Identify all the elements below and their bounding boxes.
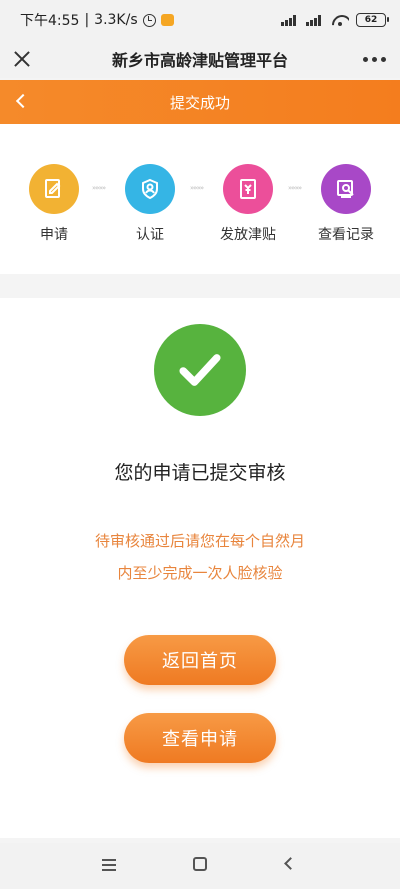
notice-line: 内至少完成一次人脸核验 — [117, 564, 283, 582]
nav-title: 提交成功 — [169, 93, 230, 112]
step-payout: 发放津贴 — [208, 164, 288, 244]
network-speed: 3.3K/s — [94, 12, 138, 28]
step-label: 认证 — [136, 227, 164, 243]
system-back-icon[interactable] — [284, 857, 297, 870]
step-records: 查看记录 — [306, 164, 386, 244]
nav-bar: 提交成功 — [0, 80, 400, 124]
step-arrow-icon: »»»» — [190, 184, 204, 192]
status-bar: 下午4:55 | 3.3K/s 62 — [0, 0, 400, 40]
battery-icon: 62 — [356, 13, 389, 27]
record-search-icon — [321, 164, 371, 214]
close-icon[interactable] — [12, 49, 32, 69]
main-panel: 您的申请已提交审核 待审核通过后请您在每个自然月 内至少完成一次人脸核验 返回首… — [0, 298, 400, 838]
return-home-button[interactable]: 返回首页 — [124, 635, 276, 685]
status-time: 下午4:55 — [20, 13, 80, 29]
menu-icon[interactable] — [102, 859, 116, 871]
wifi-icon — [331, 13, 349, 27]
step-verify: 认证 — [110, 164, 190, 244]
status-right: 62 — [281, 13, 389, 27]
more-icon[interactable] — [363, 57, 386, 62]
alarm-icon — [142, 13, 156, 27]
steps-panel: 申请 »»»» 认证 »»»» 发放津贴 »»»» 查看记录 — [0, 124, 400, 274]
notice-text: 待审核通过后请您在每个自然月 内至少完成一次人脸核验 — [0, 525, 400, 589]
notice-line: 待审核通过后请您在每个自然月 — [94, 532, 305, 550]
step-apply: 申请 — [14, 164, 94, 244]
step-label: 查看记录 — [318, 227, 374, 243]
status-left: 下午4:55 | 3.3K/s — [20, 10, 174, 30]
app-header: 新乡市高龄津贴管理平台 — [0, 40, 400, 78]
money-card-icon — [223, 164, 273, 214]
shield-user-icon — [125, 164, 175, 214]
home-icon[interactable] — [193, 857, 207, 871]
signal-icon — [281, 14, 299, 26]
edit-icon — [29, 164, 79, 214]
step-label: 发放津贴 — [220, 227, 276, 243]
app-title: 新乡市高龄津贴管理平台 — [111, 51, 288, 70]
notification-icon — [160, 14, 174, 26]
system-nav-bar — [0, 843, 400, 889]
result-title: 您的申请已提交审核 — [114, 462, 286, 484]
back-icon[interactable] — [15, 93, 31, 109]
status-separator: | — [84, 12, 90, 28]
signal-icon — [306, 14, 324, 26]
view-application-button[interactable]: 查看申请 — [124, 713, 276, 763]
step-arrow-icon: »»»» — [92, 184, 106, 192]
step-arrow-icon: »»»» — [288, 184, 302, 192]
step-label: 申请 — [40, 227, 68, 243]
success-check-icon — [154, 324, 246, 416]
